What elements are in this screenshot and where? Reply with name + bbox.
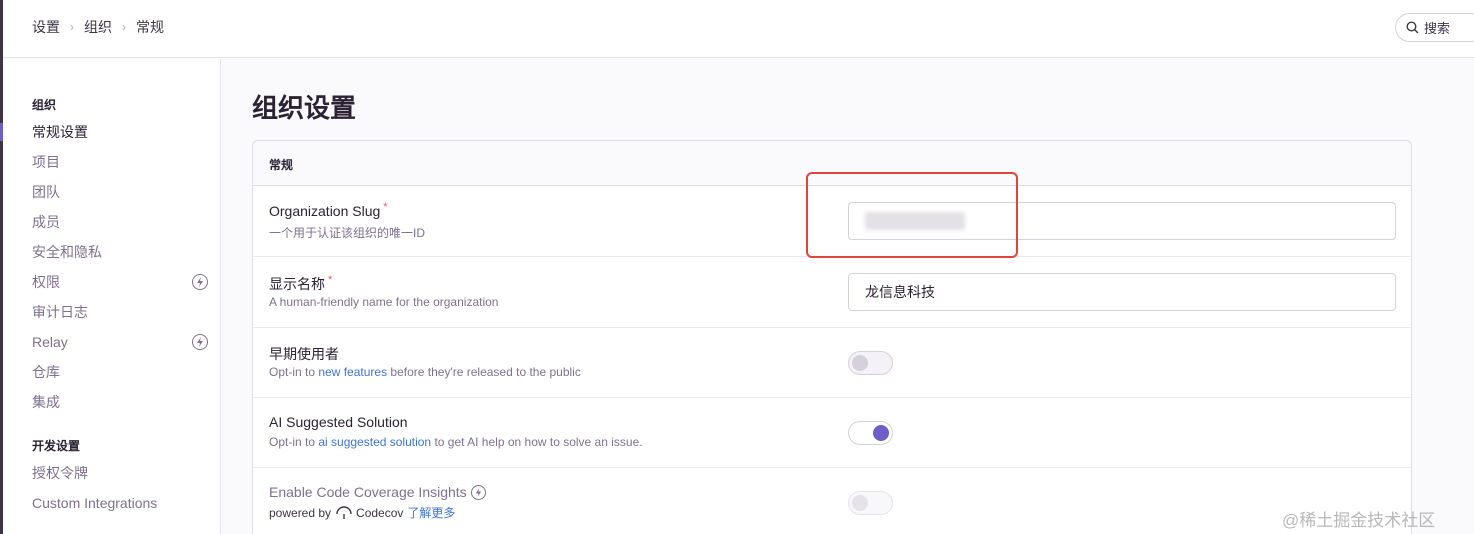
sidebar-section-organization: 组织 — [32, 98, 57, 112]
breadcrumb-general: 常规 — [136, 19, 164, 35]
breadcrumb-settings[interactable]: 设置 — [32, 17, 60, 37]
chevron-right-icon: › — [122, 20, 126, 34]
field-row-code-coverage: Enable Code Coverage Insights powered by… — [253, 468, 1411, 534]
early-adopter-label: 早期使用者 — [269, 344, 339, 364]
ai-solution-toggle[interactable] — [848, 421, 893, 445]
code-coverage-label: Enable Code Coverage Insights — [269, 484, 486, 500]
chevron-right-icon: › — [70, 20, 74, 34]
sidebar-item-general[interactable]: 常规设置 — [32, 122, 208, 142]
sidebar-item-members[interactable]: 成员 — [32, 212, 208, 232]
sidebar-item-label: Custom Integrations — [32, 495, 158, 511]
code-coverage-toggle[interactable] — [848, 491, 893, 515]
toggle-knob — [852, 495, 868, 511]
field-row-early-adopter: 早期使用者 Opt-in to new features before they… — [253, 328, 1411, 398]
sidebar-item-security-privacy[interactable]: 安全和隐私 — [32, 242, 208, 262]
ai-solution-label-text: AI Suggested Solution — [269, 414, 408, 430]
help-text: to get AI help on how to solve an issue. — [431, 435, 643, 449]
slug-label: Organization Slug * — [269, 201, 388, 219]
ai-solution-help: Opt-in to ai suggested solution to get A… — [269, 435, 643, 449]
required-marker: * — [328, 274, 333, 286]
help-text: before they're released to the public — [387, 365, 581, 379]
display-name-value: 龙信息科技 — [865, 284, 935, 300]
panel-title: 常规 — [269, 158, 294, 172]
help-text: Opt-in to — [269, 365, 319, 379]
lightning-icon — [470, 484, 486, 500]
slug-help: 一个用于认证该组织的唯一ID — [269, 226, 426, 240]
field-row-ai-suggested-solution: AI Suggested Solution Opt-in to ai sugge… — [253, 398, 1411, 468]
display-name-label: 显示名称 * — [269, 274, 332, 294]
top-header: 设置 › 组织 › 常规 搜索 — [3, 0, 1474, 58]
sidebar-item-auth-tokens[interactable]: 授权令牌 — [32, 463, 208, 483]
sidebar-section-developer: 开发设置 — [32, 439, 81, 453]
annotation-highlight-box — [806, 172, 1018, 258]
lightning-icon — [192, 274, 208, 290]
early-adopter-label-text: 早期使用者 — [269, 346, 339, 362]
code-coverage-label-text: Enable Code Coverage Insights — [269, 484, 467, 500]
toggle-knob — [873, 425, 889, 441]
sidebar-item-integrations[interactable]: 集成 — [32, 392, 208, 412]
sidebar-item-label: 成员 — [32, 214, 60, 230]
page-title: 组织设置 — [252, 93, 357, 123]
sidebar-item-projects[interactable]: 项目 — [32, 152, 208, 172]
active-indicator — [0, 123, 3, 141]
sidebar-item-label: 授权令牌 — [32, 465, 88, 481]
sidebar-item-label: 仓库 — [32, 364, 60, 380]
code-coverage-help: powered by Codecov 了解更多 — [269, 504, 455, 521]
field-row-display-name: 显示名称 * A human-friendly name for the org… — [253, 257, 1411, 328]
sidebar-item-label: 常规设置 — [32, 124, 88, 140]
sidebar-item-custom-integrations[interactable]: Custom Integrations — [32, 493, 208, 513]
display-name-input[interactable]: 龙信息科技 — [848, 273, 1396, 311]
display-name-label-text: 显示名称 — [269, 276, 325, 292]
watermark-text: @稀土掘金技术社区 — [1282, 511, 1436, 530]
codecov-brand: Codecov — [356, 505, 404, 520]
sidebar-item-permissions[interactable]: 权限 — [32, 272, 208, 292]
sidebar-item-relay[interactable]: Relay — [32, 332, 208, 352]
sidebar-item-label: 团队 — [32, 184, 60, 200]
search-button[interactable]: 搜索 — [1395, 13, 1474, 42]
breadcrumb-organization[interactable]: 组织 — [84, 17, 112, 37]
early-adopter-toggle[interactable] — [848, 351, 893, 375]
toggle-knob — [852, 355, 868, 371]
learn-more-link[interactable]: 了解更多 — [407, 504, 455, 521]
sidebar-item-label: 项目 — [32, 154, 60, 170]
sidebar-item-label: Relay — [32, 334, 68, 350]
sidebar-item-teams[interactable]: 团队 — [32, 182, 208, 202]
early-adopter-help: Opt-in to new features before they're re… — [269, 365, 581, 379]
ai-solution-label: AI Suggested Solution — [269, 414, 408, 430]
sidebar-item-label: 集成 — [32, 394, 60, 410]
display-name-help: A human-friendly name for the organizati… — [269, 295, 499, 309]
sidebar-item-audit-log[interactable]: 审计日志 — [32, 302, 208, 322]
required-marker: * — [383, 201, 388, 213]
sidebar-item-label: 审计日志 — [32, 304, 88, 320]
ai-suggested-solution-link[interactable]: ai suggested solution — [318, 435, 431, 449]
slug-label-text: Organization Slug — [269, 203, 381, 219]
help-text: powered by — [269, 505, 332, 520]
codecov-umbrella-icon — [336, 505, 352, 519]
search-icon — [1406, 21, 1419, 34]
settings-sidebar: 组织 常规设置 项目 团队 成员 安全和隐私 权限 审计日志 Relay 仓库 … — [0, 59, 221, 534]
search-label: 搜索 — [1424, 21, 1451, 36]
sidebar-item-label: 权限 — [32, 274, 60, 290]
sidebar-item-repositories[interactable]: 仓库 — [32, 362, 208, 382]
lightning-icon — [192, 334, 208, 350]
sidebar-item-label: 安全和隐私 — [32, 244, 102, 260]
help-text: Opt-in to — [269, 435, 319, 449]
new-features-link[interactable]: new features — [318, 365, 387, 379]
breadcrumb: 设置 › 组织 › 常规 — [32, 17, 164, 37]
